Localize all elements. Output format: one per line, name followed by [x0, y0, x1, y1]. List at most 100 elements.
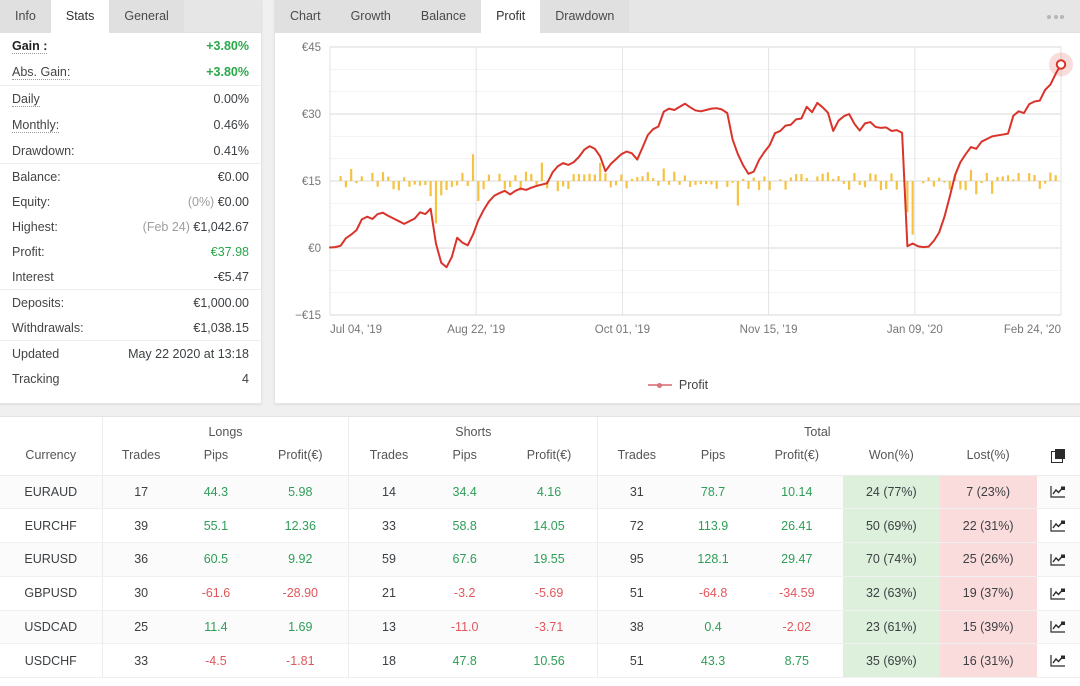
stat-row-updated: Updated May 22 2020 at 13:18: [12, 341, 249, 366]
cell-total-trades: 95: [597, 542, 676, 577]
cell-won: 23 (61%): [842, 610, 940, 645]
cell-total-profit: 29.47: [750, 542, 843, 577]
col-short-trades[interactable]: Trades: [348, 442, 429, 476]
svg-text:€45: €45: [302, 42, 321, 54]
table-column-header-row: Currency Trades Pips Profit(€) Trades Pi…: [0, 442, 1080, 476]
col-long-pips[interactable]: Pips: [179, 442, 253, 476]
cell-short-trades: 14: [348, 475, 429, 510]
stat-value-daily: 0.00%: [213, 92, 249, 106]
cell-long-profit: 9.92: [252, 542, 349, 577]
cell-long-pips: 55.1: [179, 508, 253, 544]
cell-short-profit: 4.16: [500, 475, 598, 510]
chart-icon[interactable]: [1050, 518, 1066, 532]
cell-short-trades: 21: [348, 576, 429, 611]
cell-total-pips: 43.3: [675, 643, 751, 678]
stat-row-daily: Daily 0.00%: [12, 86, 249, 112]
col-lost[interactable]: Lost(%): [939, 442, 1037, 476]
stat-group-gain: Gain : +3.80% Abs. Gain: +3.80%: [0, 33, 261, 85]
cell-lost: 25 (26%): [939, 542, 1037, 577]
stat-value-highest-prefix: (Feb 24): [142, 220, 190, 234]
stat-row-balance: Balance: €0.00: [12, 164, 249, 189]
cell-won: 24 (77%): [842, 475, 940, 510]
col-short-profit[interactable]: Profit(€): [500, 442, 598, 476]
group-header-shorts: Shorts: [348, 417, 598, 442]
table-row[interactable]: EURUSD 36 60.5 9.92 59 67.6 19.55 95 128.1 29.47 7…: [0, 542, 1080, 577]
cell-short-pips: -3.2: [428, 576, 501, 611]
tab-profit[interactable]: Profit: [481, 0, 541, 33]
svg-text:Nov 15, '19: Nov 15, '19: [740, 324, 798, 336]
col-currency[interactable]: Currency: [0, 442, 103, 476]
group-header-icon-cell: [1037, 417, 1080, 442]
table-row[interactable]: USDCHF 33 -4.5 -1.81 18 47.8 10.56 51 43.3 8.75 35…: [0, 643, 1080, 678]
cell-currency: EURUSD: [0, 542, 103, 577]
tab-balance[interactable]: Balance: [405, 0, 482, 33]
stat-row-withdrawals: Withdrawals: €1,038.15: [12, 315, 249, 340]
cell-total-trades: 72: [597, 508, 676, 544]
stat-value-balance: €0.00: [217, 170, 249, 184]
stat-row-drawdown: Drawdown: 0.41%: [12, 138, 249, 163]
table-row[interactable]: USDCAD 25 11.4 1.69 13 -11.0 -3.71 38 0.4 -2.02 23…: [0, 610, 1080, 645]
col-total-trades[interactable]: Trades: [597, 442, 676, 476]
stat-value-gain: +3.80%: [206, 39, 249, 53]
tab-growth[interactable]: Growth: [335, 0, 406, 33]
tab-info[interactable]: Info: [0, 0, 51, 33]
svg-text:Jul 04, '19: Jul 04, '19: [330, 324, 382, 336]
cell-long-profit: 5.98: [252, 475, 349, 510]
chart-icon[interactable]: [1050, 485, 1066, 499]
tab-stats[interactable]: Stats: [50, 0, 110, 33]
chart-icon[interactable]: [1050, 620, 1066, 634]
stat-value-equity-main: €0.00: [217, 195, 249, 209]
stat-value-withdrawals: €1,038.15: [193, 321, 249, 335]
ellipsis-icon[interactable]: [1041, 0, 1070, 33]
copy-icon[interactable]: [1051, 448, 1066, 463]
cell-won: 32 (63%): [842, 576, 940, 611]
cell-currency: GBPUSD: [0, 576, 103, 611]
stat-row-abs-gain: Abs. Gain: +3.80%: [12, 59, 249, 85]
group-header-total: Total: [597, 417, 1037, 442]
cell-short-trades: 13: [348, 610, 429, 645]
stat-row-tracking: Tracking 4: [12, 366, 249, 391]
stat-label-profit: Profit:: [12, 245, 45, 259]
tab-chart[interactable]: Chart: [275, 0, 336, 33]
tab-general[interactable]: General: [109, 0, 184, 33]
cell-short-pips: 34.4: [428, 475, 501, 510]
stat-value-highest: (Feb 24) €1,042.67: [143, 220, 249, 234]
table-row[interactable]: EURAUD 17 44.3 5.98 14 34.4 4.16 31 78.7 10.14 24 …: [0, 475, 1080, 510]
cell-lost: 15 (39%): [939, 610, 1037, 645]
chart-icon[interactable]: [1050, 653, 1066, 667]
cell-row-action[interactable]: [1036, 542, 1080, 577]
cell-total-trades: 51: [597, 576, 676, 611]
cell-won: 70 (74%): [842, 542, 940, 577]
tab-drawdown[interactable]: Drawdown: [540, 0, 630, 33]
cell-long-profit: -1.81: [252, 643, 349, 678]
chart-icon[interactable]: [1050, 586, 1066, 600]
group-header-longs: Longs: [101, 417, 349, 442]
col-total-pips[interactable]: Pips: [675, 442, 751, 476]
col-short-pips[interactable]: Pips: [428, 442, 501, 476]
table-head: Longs Shorts Total Currency Trades Pips …: [0, 417, 1080, 476]
cell-row-action[interactable]: [1036, 508, 1080, 544]
col-total-profit[interactable]: Profit(€): [750, 442, 843, 476]
col-long-profit[interactable]: Profit(€): [252, 442, 349, 476]
sidebar-tabstrip: Info Stats General: [0, 0, 261, 33]
cell-row-action[interactable]: [1036, 576, 1080, 611]
cell-short-profit: -5.69: [500, 576, 598, 611]
cell-row-action[interactable]: [1036, 475, 1080, 510]
currency-stats-panel: Longs Shorts Total Currency Trades Pips …: [0, 416, 1080, 686]
col-won[interactable]: Won(%): [842, 442, 940, 476]
cell-short-profit: 14.05: [500, 508, 598, 544]
cell-row-action[interactable]: [1036, 643, 1080, 678]
cell-short-profit: -3.71: [500, 610, 598, 645]
cell-short-trades: 59: [348, 542, 429, 577]
chart-legend[interactable]: Profit: [275, 378, 1080, 392]
table-row[interactable]: EURCHF 39 55.1 12.36 33 58.8 14.05 72 113.9 26.41…: [0, 508, 1080, 544]
profit-chart[interactable]: €45 €30 €15 €0 −€15 Jul 04, '19 Aug 22, '19 Oct…: [275, 33, 1080, 404]
cell-row-action[interactable]: [1036, 610, 1080, 645]
stat-value-deposits: €1,000.00: [193, 296, 249, 310]
svg-text:€15: €15: [302, 176, 321, 188]
chart-icon[interactable]: [1050, 552, 1066, 566]
table-row[interactable]: GBPUSD 30 -61.6 -28.90 21 -3.2 -5.69 51 -64.8 -34…: [0, 576, 1080, 611]
stat-value-monthly: 0.46%: [213, 118, 249, 132]
col-long-trades[interactable]: Trades: [101, 442, 180, 476]
cell-lost: 16 (31%): [939, 643, 1037, 678]
